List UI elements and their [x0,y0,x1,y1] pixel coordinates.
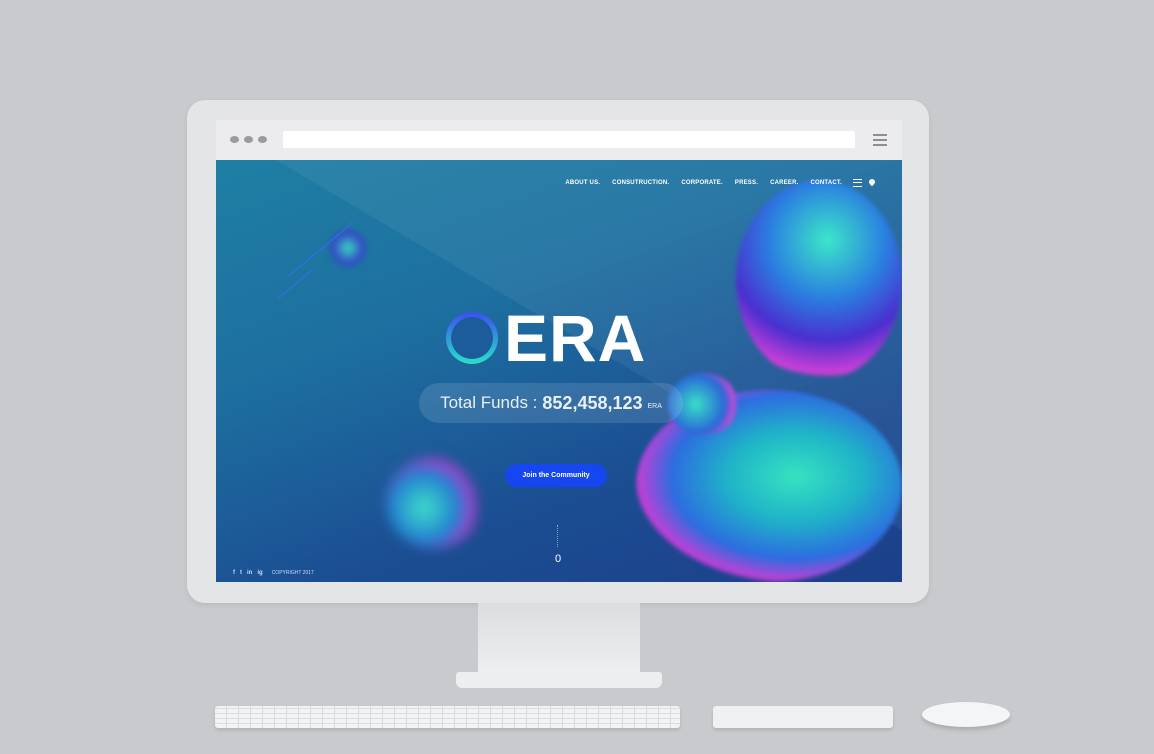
nav-contact[interactable]: CONTACT. [811,180,843,186]
browser-bar [216,120,902,160]
era-logo: ERA [446,300,646,376]
address-bar[interactable] [283,131,855,148]
nav-career[interactable]: CAREER. [770,180,798,186]
copyright: COPYRIGHT 2017 [271,570,314,576]
total-funds-panel: Total Funds : 852,458,123 ERA [419,383,683,423]
footer: f t in ig COPYRIGHT 2017 [233,570,314,576]
nav-press[interactable]: PRESS. [735,180,758,186]
join-community-button[interactable]: Join the Community [505,464,607,487]
logo-text: ERA [504,301,647,375]
funds-unit: ERA [647,402,662,410]
scroll-indicator[interactable]: 0 [555,553,561,566]
browser-menu-icon[interactable] [873,134,887,146]
instagram-icon[interactable]: ig [257,570,262,576]
linkedin-icon[interactable]: in [247,570,252,576]
mouse [922,702,1010,727]
blob-bottom-left [386,458,481,548]
decor-line [278,269,314,299]
monitor-foot [456,672,662,688]
funds-label: Total Funds : [440,393,538,412]
window-dot-icon[interactable] [258,136,267,143]
facebook-icon[interactable]: f [233,570,235,576]
hamburger-menu-icon[interactable] [853,179,862,187]
monitor-stand [478,603,640,675]
website-screen: ABOUT US. CONSUTRUCTION. CORPORATE. PRES… [216,160,902,582]
nav-construction[interactable]: CONSUTRUCTION. [612,180,669,186]
keyboard [215,706,680,728]
trackpad [713,706,893,728]
scroll-line [557,525,558,547]
main-nav: ABOUT US. CONSUTRUCTION. CORPORATE. PRES… [565,180,842,186]
window-dot-icon[interactable] [244,136,253,143]
funds-value: 852,458,123 [542,392,643,413]
logo-ring-icon [446,312,498,364]
blob-small [328,228,368,268]
window-dot-icon[interactable] [230,136,239,143]
nav-corporate[interactable]: CORPORATE. [681,180,723,186]
twitter-icon[interactable]: t [240,570,242,576]
nav-about[interactable]: ABOUT US. [565,180,600,186]
blob-top-right [736,180,902,380]
